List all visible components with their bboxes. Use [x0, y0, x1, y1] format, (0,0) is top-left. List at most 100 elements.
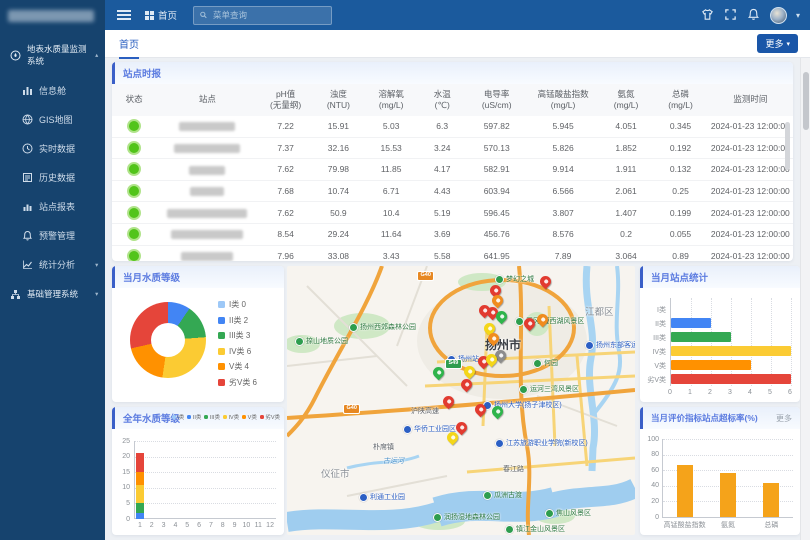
sidebar-item-GIS地图[interactable]: GIS地图 — [0, 105, 105, 134]
tab-home[interactable]: 首页 — [119, 36, 139, 59]
road-shield: G40 — [417, 271, 434, 281]
poi-label-text: 何园 — [544, 358, 558, 368]
poi-label-text: 利通工业园 — [370, 492, 405, 502]
y-tick-label: 25 — [122, 438, 130, 445]
legend-item-III类[interactable]: III类 3 — [218, 330, 257, 341]
cell-电导率: 596.45 — [466, 208, 527, 218]
table-row[interactable]: 7.6810.746.714.43603.946.5662.0610.25202… — [112, 181, 793, 203]
poi-label-text: 沪陕高速 — [411, 406, 439, 416]
notification-bell-icon[interactable] — [747, 8, 761, 22]
month-station-panel: 当月站点统计 0123456I类II类III类IV类V类劣V类 — [640, 266, 800, 402]
page-scrollbar-track[interactable] — [800, 30, 810, 540]
cell-电导率: 597.82 — [466, 121, 527, 131]
sidebar-item-统计分析[interactable]: 统计分析▾ — [0, 250, 105, 279]
table-row[interactable]: 7.6250.910.45.19596.453.8071.4070.199202… — [112, 202, 793, 224]
more-button-label: 更多 — [765, 37, 783, 50]
legend-item-劣V类[interactable]: 劣V类 — [260, 413, 280, 421]
poi-label-text: 扬州西郊森林公园 — [360, 322, 416, 332]
avatar[interactable] — [770, 7, 787, 24]
vbar-高锰酸盐指数[interactable] — [677, 465, 693, 517]
y-tick-label: 20 — [651, 498, 659, 505]
hbar-IV类[interactable] — [671, 346, 791, 356]
stack-segment-II类[interactable] — [136, 513, 144, 519]
category-label: III类 — [642, 333, 666, 343]
month-station-chart[interactable]: 0123456I类II类III类IV类V类劣V类 — [670, 298, 791, 386]
table-row[interactable]: 7.6279.9811.854.17582.919.9141.9110.1322… — [112, 159, 793, 181]
map-poi-label: 润扬湿地森林公园 — [433, 512, 500, 522]
station-table-title: 站点时报 — [115, 66, 161, 80]
legend-item-III类[interactable]: III类 — [204, 413, 220, 421]
hbar-劣V类[interactable] — [671, 374, 791, 384]
stack-segment-劣V类[interactable] — [136, 453, 144, 472]
sidebar-item-信息舱[interactable]: 信息舱 — [0, 76, 105, 105]
sidebar-group-0[interactable]: 地表水质量监测系统▴ — [0, 34, 105, 76]
table-row[interactable]: 7.9633.083.435.58641.957.893.0640.892024… — [112, 246, 793, 261]
cell-电导率: 641.95 — [466, 251, 527, 261]
x-tick-label: 6 — [788, 389, 792, 396]
map-canvas[interactable]: 扬州市江都区仪征市梦幻之城蜀冈-瘦西湖风景区扬州西郊森林公园捺山地质公园何园运河… — [287, 266, 635, 535]
legend-item-I类[interactable]: I类 0 — [218, 299, 257, 310]
exceed-rate-chart[interactable]: 020406080100高锰酸盐指数氨氮总磷 — [662, 439, 793, 518]
table-row[interactable]: 8.5429.2411.643.69456.768.5760.20.055202… — [112, 224, 793, 246]
poi-label-text: 江苏旅游职业学院(新校区) — [506, 438, 588, 448]
theme-skin-icon[interactable] — [701, 8, 715, 22]
map-base-layer — [287, 266, 635, 535]
table-scrollbar[interactable] — [785, 122, 790, 170]
status-dot-normal — [127, 184, 141, 198]
legend-item-IV类[interactable]: IV类 — [223, 413, 239, 421]
page-scrollbar-thumb[interactable] — [803, 72, 809, 130]
y-tick-label: 5 — [126, 500, 130, 507]
table-row[interactable]: 7.2215.915.036.3597.825.9454.0510.345202… — [112, 116, 793, 138]
sidebar-group-label: 地表水质量监测系统 — [27, 43, 89, 67]
year-grade-panel: 全年水质等级 I类II类III类IV类V类劣V类 051015202512345… — [112, 407, 284, 535]
x-tick-label: 3 — [728, 389, 732, 396]
cell-pH值: 7.62 — [258, 208, 312, 218]
legend-item-I类[interactable]: I类 — [172, 413, 185, 421]
legend-item-IV类[interactable]: IV类 6 — [218, 346, 257, 357]
stack-segment-V类[interactable] — [136, 472, 144, 484]
hbar-II类[interactable] — [671, 318, 711, 328]
legend-item-V类[interactable]: V类 4 — [218, 361, 257, 372]
legend-item-II类[interactable]: II类 2 — [218, 315, 257, 326]
poi-label-text: 古运河 — [383, 456, 404, 466]
cell-电导率: 582.91 — [466, 164, 527, 174]
cell-溶解氧: 6.71 — [364, 186, 418, 196]
map-district-label: 仪征市 — [321, 466, 350, 480]
table-row[interactable]: 7.3732.1615.533.24570.135.8261.8520.1922… — [112, 138, 793, 160]
hbar-V类[interactable] — [671, 360, 751, 370]
cell-水温: 3.24 — [418, 143, 466, 153]
column-header-水温: 水温(℃) — [418, 89, 466, 112]
cell-水温: 6.3 — [418, 121, 466, 131]
exceed-rate-more-link[interactable]: 更多 — [776, 413, 792, 424]
legend-item-II类[interactable]: II类 — [187, 413, 201, 421]
sidebar-item-历史数据[interactable]: 历史数据 — [0, 163, 105, 192]
stack-segment-III类[interactable] — [136, 503, 144, 512]
sidebar-group-1[interactable]: 基础管理系统▾ — [0, 279, 105, 309]
hbar-III类[interactable] — [671, 332, 731, 342]
more-button[interactable]: 更多 ▾ — [757, 34, 798, 53]
cell-氨氮: 4.051 — [599, 121, 653, 131]
year-grade-chart[interactable]: 0510152025123456789101112 — [134, 441, 276, 519]
hamburger-menu-icon[interactable] — [117, 8, 131, 22]
cell-氨氮: 3.064 — [599, 251, 653, 261]
sidebar-item-站点报表[interactable]: 站点报表 — [0, 192, 105, 221]
stack-segment-IV类[interactable] — [136, 485, 144, 504]
fullscreen-icon[interactable] — [724, 8, 738, 22]
legend-item-V类[interactable]: V类 — [242, 413, 257, 421]
avatar-chevron-down-icon[interactable]: ▾ — [796, 11, 800, 20]
menu-search[interactable] — [193, 6, 332, 25]
column-header-高锰酸盐指数: 高锰酸盐指数(mg/L) — [527, 89, 599, 112]
cell-电导率: 570.13 — [466, 143, 527, 153]
search-input[interactable] — [211, 9, 325, 21]
cell-氨氮: 1.911 — [599, 164, 653, 174]
home-nav[interactable]: 首页 — [145, 8, 177, 22]
poi-transport-icon — [403, 425, 412, 434]
x-tick-label: 3 — [160, 522, 168, 529]
vbar-氨氮[interactable] — [720, 473, 736, 517]
sidebar-item-实时数据[interactable]: 实时数据 — [0, 134, 105, 163]
vbar-总磷[interactable] — [763, 483, 779, 517]
month-grade-donut-chart[interactable] — [130, 302, 206, 378]
year-grade-title: 全年水质等级 — [115, 411, 180, 425]
sidebar-item-预警管理[interactable]: 预警管理 — [0, 221, 105, 250]
legend-item-劣V类[interactable]: 劣V类 6 — [218, 377, 257, 388]
